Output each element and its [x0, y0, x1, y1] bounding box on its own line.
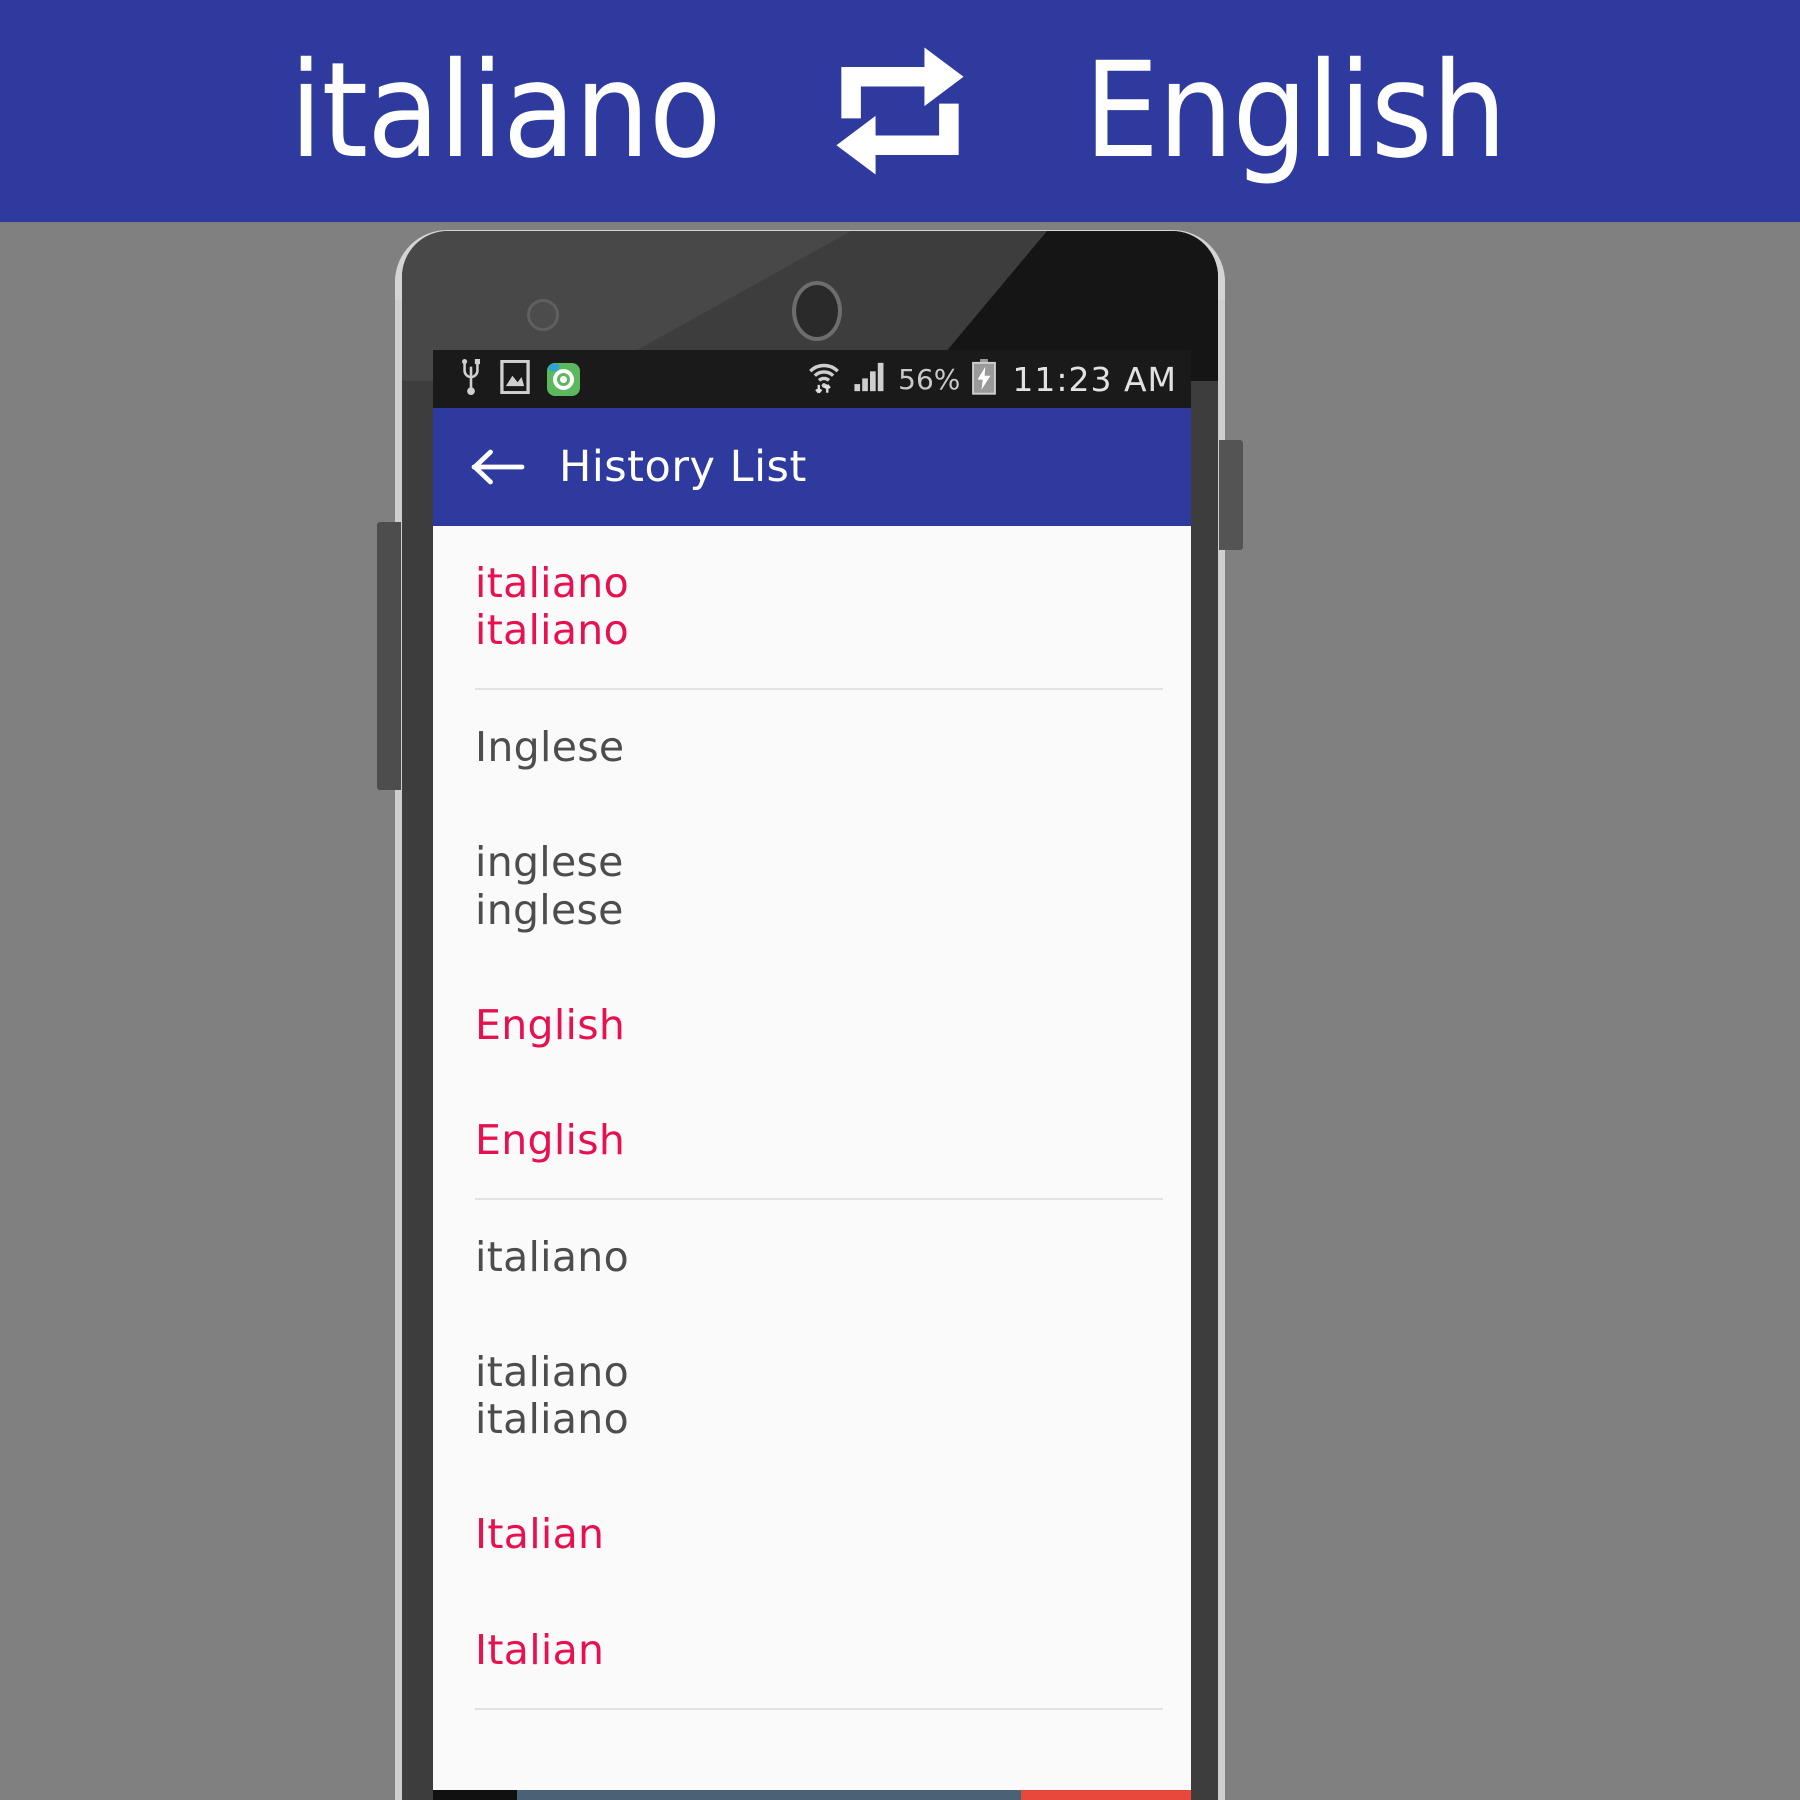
history-item-text: English — [475, 1000, 626, 1049]
target-language-label: English — [1084, 34, 1507, 188]
history-item-text: inglese — [475, 838, 624, 887]
history-item-text: inglese — [475, 885, 624, 934]
battery-percent-label: 56% — [898, 362, 961, 396]
history-item-text: italiano — [475, 1395, 629, 1444]
history-item-text: Italian — [475, 1625, 605, 1674]
cutoff-bottom-bar — [433, 1790, 1191, 1800]
wifi-icon — [806, 360, 842, 398]
history-item[interactable]: inglese inglese — [433, 805, 1191, 967]
history-item[interactable]: italiano italiano — [433, 1315, 1191, 1477]
volume-rocker-button[interactable] — [377, 522, 401, 790]
history-item-text: italiano — [475, 559, 629, 607]
history-item-text: italiano — [475, 1232, 629, 1281]
swap-languages-button[interactable] — [785, 45, 1015, 177]
history-group: italiano italiano — [433, 526, 1191, 688]
list-divider — [475, 1707, 1163, 1710]
front-camera-icon — [792, 281, 842, 341]
history-item[interactable]: English — [433, 968, 1191, 1083]
phone-mockup: 56% 11:23 AM History List italiano itali… — [377, 222, 1243, 1800]
history-item-text: Inglese — [475, 723, 625, 772]
bottom-bar-black-segment — [433, 1790, 517, 1800]
language-pair-banner: italiano English — [0, 0, 1800, 222]
bottom-bar-red-segment — [1021, 1790, 1191, 1800]
history-group: Inglese inglese inglese English English — [433, 690, 1191, 1198]
app-bar: History List — [433, 408, 1191, 526]
history-item[interactable]: English — [433, 1083, 1191, 1198]
bottom-bar-blue-segment — [517, 1790, 1021, 1800]
power-button[interactable] — [1219, 440, 1243, 550]
history-list[interactable]: italiano italiano Inglese inglese inglese Eng… — [433, 526, 1191, 1710]
history-item[interactable]: italiano — [433, 1200, 1191, 1315]
swap-repeat-icon — [825, 45, 975, 177]
history-item[interactable]: Italian — [433, 1477, 1191, 1592]
battery-charging-icon — [971, 359, 997, 399]
source-language-label: italiano — [289, 34, 722, 188]
status-bar: 56% 11:23 AM — [433, 350, 1191, 408]
history-group: italiano italiano italiano Italian Italian — [433, 1200, 1191, 1708]
history-item[interactable]: Italian — [433, 1593, 1191, 1708]
back-arrow-icon[interactable] — [471, 440, 525, 494]
screenshot-image-icon — [500, 359, 530, 398]
history-item-text: italiano — [475, 1348, 629, 1397]
history-item-text: Italian — [475, 1510, 605, 1559]
proximity-sensor-icon — [527, 299, 559, 331]
page-title: History List — [559, 442, 807, 492]
history-item-text: italiano — [475, 606, 629, 655]
history-item[interactable]: Inglese — [433, 690, 1191, 805]
clock-label: 11:23 AM — [1012, 359, 1177, 399]
green-app-icon — [547, 362, 580, 396]
usb-icon — [459, 359, 483, 399]
cellular-signal-icon — [853, 361, 887, 397]
history-item[interactable]: italiano italiano — [433, 526, 1191, 688]
phone-screen: 56% 11:23 AM History List italiano itali… — [433, 350, 1191, 1800]
history-item-text: English — [475, 1115, 626, 1164]
